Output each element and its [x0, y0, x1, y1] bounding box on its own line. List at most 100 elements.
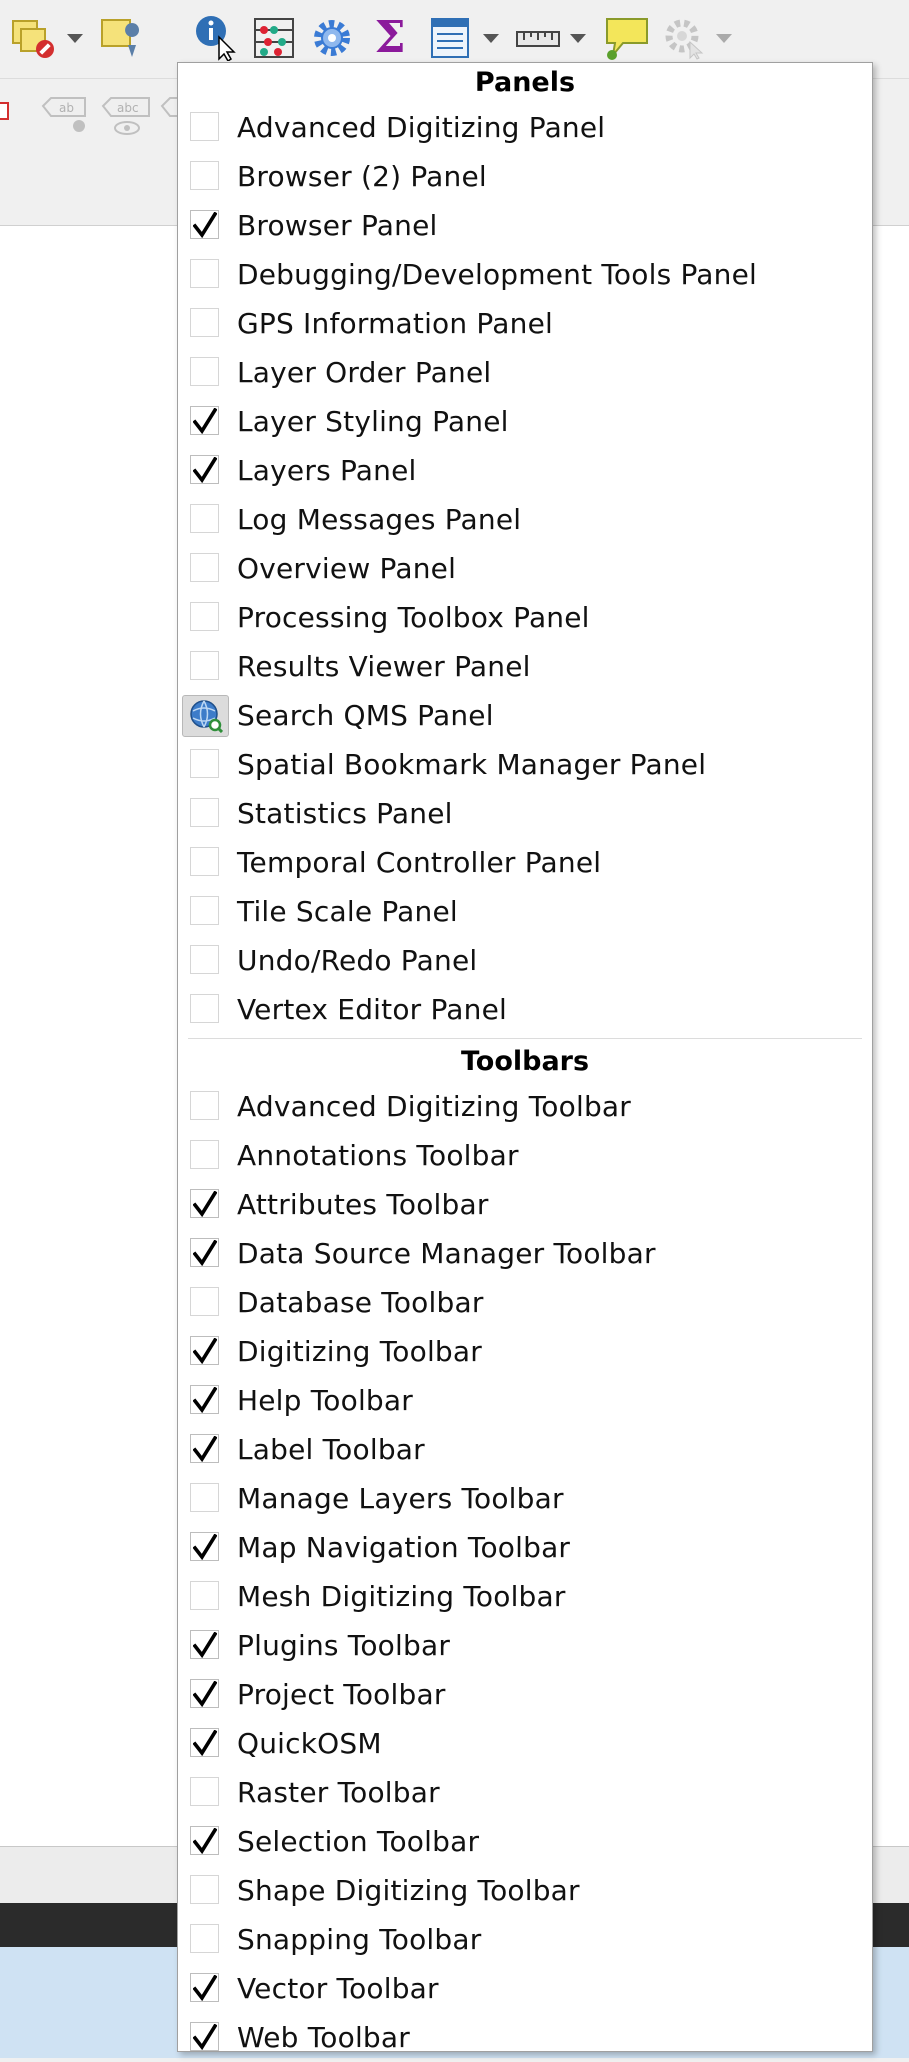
toolbar-item-label: Help Toolbar	[237, 1384, 413, 1417]
checkbox-unchecked[interactable]	[190, 1140, 219, 1169]
checkbox-unchecked[interactable]	[190, 1924, 219, 1953]
checkbox-unchecked[interactable]	[190, 1287, 219, 1316]
checkbox-checked[interactable]	[190, 1189, 219, 1218]
checkbox-unchecked[interactable]	[190, 504, 219, 533]
label-abc-eye-icon[interactable]: abc	[100, 93, 154, 141]
checkbox-unchecked[interactable]	[190, 1777, 219, 1806]
checkbox-unchecked[interactable]	[190, 602, 219, 631]
toolbar-item-annotations-toolbar[interactable]: Annotations Toolbar	[178, 1131, 872, 1180]
checkbox-unchecked[interactable]	[190, 553, 219, 582]
checkbox-unchecked[interactable]	[190, 945, 219, 974]
label-red-icon[interactable]	[0, 97, 12, 127]
panel-item-label: Results Viewer Panel	[237, 650, 531, 683]
panel-item-statistics-panel[interactable]: Statistics Panel	[178, 789, 872, 838]
attribute-table-icon[interactable]	[250, 14, 298, 62]
panel-item-vertex-editor-panel[interactable]: Vertex Editor Panel	[178, 985, 872, 1034]
checkbox-checked[interactable]	[190, 210, 219, 239]
toolbar-item-label-toolbar[interactable]: Label Toolbar	[178, 1425, 872, 1474]
checkbox-checked[interactable]	[190, 1532, 219, 1561]
measure-dropdown-chevron-icon[interactable]	[570, 34, 586, 43]
toolbar-item-attributes-toolbar[interactable]: Attributes Toolbar	[178, 1180, 872, 1229]
panel-item-debugging-development-tools-panel[interactable]: Debugging/Development Tools Panel	[178, 250, 872, 299]
panel-item-results-viewer-panel[interactable]: Results Viewer Panel	[178, 642, 872, 691]
checkbox-unchecked[interactable]	[190, 112, 219, 141]
checkbox-checked[interactable]	[190, 1826, 219, 1855]
toolbar-item-quickosm[interactable]: QuickOSM	[178, 1719, 872, 1768]
toolbar-item-selection-toolbar[interactable]: Selection Toolbar	[178, 1817, 872, 1866]
toolbar-item-map-navigation-toolbar[interactable]: Map Navigation Toolbar	[178, 1523, 872, 1572]
checkbox-checked[interactable]	[190, 455, 219, 484]
identify-features-icon[interactable]	[192, 12, 242, 62]
toolbar-item-database-toolbar[interactable]: Database Toolbar	[178, 1278, 872, 1327]
checkbox-unchecked[interactable]	[190, 1483, 219, 1512]
panel-item-tile-scale-panel[interactable]: Tile Scale Panel	[178, 887, 872, 936]
toolbar-item-help-toolbar[interactable]: Help Toolbar	[178, 1376, 872, 1425]
action-dropdown-chevron-icon[interactable]	[716, 34, 732, 43]
panel-item-log-messages-panel[interactable]: Log Messages Panel	[178, 495, 872, 544]
measure-ruler-icon[interactable]	[513, 14, 563, 62]
toolbar-item-mesh-digitizing-toolbar[interactable]: Mesh Digitizing Toolbar	[178, 1572, 872, 1621]
label-ab-icon[interactable]: ab	[40, 93, 90, 137]
checkbox-checked[interactable]	[190, 1679, 219, 1708]
select-location-icon[interactable]	[97, 14, 145, 62]
deselect-features-icon[interactable]	[10, 14, 58, 62]
panel-item-gps-information-panel[interactable]: GPS Information Panel	[178, 299, 872, 348]
checkbox-unchecked[interactable]	[190, 357, 219, 386]
open-table-icon[interactable]	[426, 14, 474, 62]
toolbar-item-advanced-digitizing-toolbar[interactable]: Advanced Digitizing Toolbar	[178, 1082, 872, 1131]
settings-gear-icon[interactable]	[308, 14, 356, 62]
checkbox-unchecked[interactable]	[190, 1091, 219, 1120]
checkbox-checked[interactable]	[190, 1385, 219, 1414]
checkbox-checked[interactable]	[190, 1434, 219, 1463]
panel-item-advanced-digitizing-panel[interactable]: Advanced Digitizing Panel	[178, 103, 872, 152]
checkbox-checked[interactable]	[190, 1238, 219, 1267]
checkbox-checked[interactable]	[190, 1728, 219, 1757]
deselect-dropdown-chevron-icon[interactable]	[67, 34, 83, 43]
toolbar-item-web-toolbar[interactable]: Web Toolbar	[178, 2013, 872, 2062]
checkbox-checked[interactable]	[190, 1630, 219, 1659]
action-gear-icon[interactable]	[660, 14, 708, 62]
toolbar-item-vector-toolbar[interactable]: Vector Toolbar	[178, 1964, 872, 2013]
toolbar-item-snapping-toolbar[interactable]: Snapping Toolbar	[178, 1915, 872, 1964]
panel-item-temporal-controller-panel[interactable]: Temporal Controller Panel	[178, 838, 872, 887]
checkbox-unchecked[interactable]	[190, 1581, 219, 1610]
toolbar-item-shape-digitizing-toolbar[interactable]: Shape Digitizing Toolbar	[178, 1866, 872, 1915]
toolbar-item-plugins-toolbar[interactable]: Plugins Toolbar	[178, 1621, 872, 1670]
toolbar-item-label: Database Toolbar	[237, 1286, 484, 1319]
checkbox-unchecked[interactable]	[190, 161, 219, 190]
checkbox-unchecked[interactable]	[190, 651, 219, 680]
checkbox-unchecked[interactable]	[190, 308, 219, 337]
panel-item-label: GPS Information Panel	[237, 307, 553, 340]
statistics-sigma-icon[interactable]: Σ	[368, 12, 412, 63]
checkbox-checked[interactable]	[190, 2022, 219, 2051]
panel-item-undo-redo-panel[interactable]: Undo/Redo Panel	[178, 936, 872, 985]
panel-item-browser-panel[interactable]: Browser Panel	[178, 201, 872, 250]
panel-item-spatial-bookmark-manager-panel[interactable]: Spatial Bookmark Manager Panel	[178, 740, 872, 789]
toolbar-item-digitizing-toolbar[interactable]: Digitizing Toolbar	[178, 1327, 872, 1376]
checkbox-unchecked[interactable]	[190, 896, 219, 925]
panel-item-layer-order-panel[interactable]: Layer Order Panel	[178, 348, 872, 397]
panel-item-search-qms-panel[interactable]: Search QMS Panel	[178, 691, 872, 740]
panel-item-browser-2-panel[interactable]: Browser (2) Panel	[178, 152, 872, 201]
panel-item-label: Processing Toolbox Panel	[237, 601, 590, 634]
toolbar-item-raster-toolbar[interactable]: Raster Toolbar	[178, 1768, 872, 1817]
checkbox-checked[interactable]	[190, 1336, 219, 1365]
table-dropdown-chevron-icon[interactable]	[483, 34, 499, 43]
panel-item-overview-panel[interactable]: Overview Panel	[178, 544, 872, 593]
toolbar-item-data-source-manager-toolbar[interactable]: Data Source Manager Toolbar	[178, 1229, 872, 1278]
checkbox-unchecked[interactable]	[190, 798, 219, 827]
toolbar-item-project-toolbar[interactable]: Project Toolbar	[178, 1670, 872, 1719]
checkbox-unchecked[interactable]	[190, 847, 219, 876]
panel-item-processing-toolbox-panel[interactable]: Processing Toolbox Panel	[178, 593, 872, 642]
checkbox-checked[interactable]	[190, 1973, 219, 2002]
checkbox-unchecked[interactable]	[190, 259, 219, 288]
checkbox-checked[interactable]	[190, 406, 219, 435]
panel-item-layer-styling-panel[interactable]: Layer Styling Panel	[178, 397, 872, 446]
checkbox-unchecked[interactable]	[190, 749, 219, 778]
checkbox-unchecked[interactable]	[190, 994, 219, 1023]
svg-text:ab: ab	[59, 101, 74, 115]
map-tips-icon[interactable]	[602, 12, 652, 62]
toolbar-item-manage-layers-toolbar[interactable]: Manage Layers Toolbar	[178, 1474, 872, 1523]
panel-item-layers-panel[interactable]: Layers Panel	[178, 446, 872, 495]
checkbox-unchecked[interactable]	[190, 1875, 219, 1904]
